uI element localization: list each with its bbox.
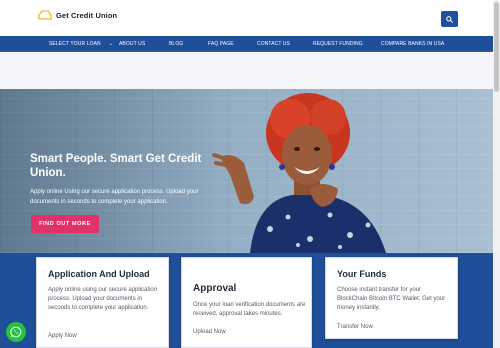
whatsapp-icon <box>10 326 22 338</box>
search-button[interactable] <box>441 11 458 27</box>
nav-item-compare-banks[interactable]: COMPARE BANKS IN USA <box>381 36 444 52</box>
main-nav: SELECT YOUR LOAN ⌄ ABOUT US BLOG FAQ PAGE… <box>0 36 500 52</box>
spacer-strip <box>0 53 493 89</box>
site-logo[interactable]: Get Credit Union <box>38 10 117 20</box>
features-section: Application And Upload Apply online usin… <box>0 253 493 348</box>
nav-item-about-us[interactable]: ABOUT US <box>119 36 145 52</box>
card-text: Once your loan verification documents ar… <box>193 302 306 317</box>
nav-item-contact-us[interactable]: CONTACT US <box>257 36 290 52</box>
nav-item-select-your-loan[interactable]: SELECT YOUR LOAN ⌄ <box>49 36 113 52</box>
card-title: Application And Upload <box>48 269 150 279</box>
hero-woman-image <box>212 93 386 253</box>
page-scrollbar[interactable] <box>493 0 500 348</box>
search-icon <box>446 15 453 23</box>
site-header: Get Credit Union <box>0 0 500 36</box>
card-application: Application And Upload Apply online usin… <box>36 257 169 348</box>
card-title: Approval <box>193 283 237 294</box>
hero-title: Smart People. Smart Get Credit Union. <box>30 153 202 179</box>
house-logo-icon <box>38 10 52 20</box>
nav-item-blog[interactable]: BLOG <box>169 36 183 52</box>
apply-now-link[interactable]: Apply Now <box>48 333 77 339</box>
upload-now-link[interactable]: Upload Now <box>193 329 226 335</box>
whatsapp-chat-button[interactable] <box>6 322 26 342</box>
transfer-now-link[interactable]: Transfer Now <box>337 324 373 330</box>
nav-item-request-funding[interactable]: REQUEST FUNDING <box>313 36 363 52</box>
hero-description: Apply online Using our secure applicatio… <box>30 189 199 205</box>
card-title: Your Funds <box>337 269 387 279</box>
nav-item-faq-page[interactable]: FAQ PAGE <box>208 36 234 52</box>
card-approval: Approval Once your loan verification doc… <box>181 257 312 348</box>
card-your-funds: Your Funds Choose instant transfer for y… <box>325 257 458 339</box>
hero-banner: Smart People. Smart Get Credit Union. Ap… <box>0 89 493 253</box>
scrollbar-thumb[interactable] <box>494 2 499 92</box>
card-text: Choose instant transfer for your BlockCh… <box>337 287 446 311</box>
card-text: Apply online using our secure applicatio… <box>48 287 158 311</box>
chevron-down-icon: ⌄ <box>108 41 114 47</box>
brand-name: Get Credit Union <box>56 10 118 20</box>
find-out-more-button[interactable]: FIND OUT MORE <box>31 215 99 233</box>
